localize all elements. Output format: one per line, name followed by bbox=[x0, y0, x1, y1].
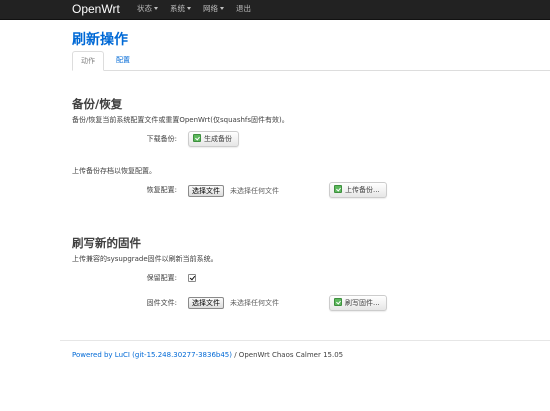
upload-backup-button[interactable]: 上传备份... bbox=[329, 182, 387, 198]
apply-icon bbox=[193, 134, 201, 142]
flash-image-label: 刷写固件... bbox=[345, 299, 380, 307]
tab-actions[interactable]: 动作 bbox=[72, 51, 104, 71]
apply-icon bbox=[334, 298, 342, 306]
footer: Powered by LuCI (git-15.248.30277-3836b4… bbox=[72, 351, 343, 360]
menu-logout-label: 退出 bbox=[236, 4, 251, 13]
chevron-down-icon bbox=[187, 7, 191, 10]
flash-description: 上传兼容的sysupgrade固件以刷新当前系统。 bbox=[72, 255, 218, 263]
menu-network[interactable]: 网络 bbox=[203, 0, 224, 18]
generate-backup-label: 生成备份 bbox=[204, 135, 232, 143]
top-navbar: OpenWrt 状态 系统 网络 退出 bbox=[0, 0, 550, 20]
menu-network-label: 网络 bbox=[203, 4, 218, 13]
menu-system-label: 系统 bbox=[170, 4, 185, 13]
restore-config-label: 恢复配置: bbox=[146, 186, 177, 194]
upload-backup-label: 上传备份... bbox=[345, 186, 380, 194]
chevron-down-icon bbox=[220, 7, 224, 10]
firmware-file-status: 未选择任何文件 bbox=[230, 299, 279, 307]
menu-system[interactable]: 系统 bbox=[170, 0, 191, 18]
chevron-down-icon bbox=[154, 7, 158, 10]
restore-file-status: 未选择任何文件 bbox=[230, 187, 279, 195]
firmware-file-label: 固件文件: bbox=[146, 299, 177, 307]
page-title: 刷新操作 bbox=[72, 32, 128, 48]
menu-logout[interactable]: 退出 bbox=[236, 0, 251, 18]
brand-logo[interactable]: OpenWrt bbox=[72, 0, 120, 19]
footer-version: / OpenWrt Chaos Calmer 15.05 bbox=[232, 351, 344, 359]
keep-config-checkbox[interactable] bbox=[188, 274, 196, 282]
download-backup-label: 下载备份: bbox=[146, 135, 177, 143]
keep-config-label: 保留配置: bbox=[146, 274, 177, 282]
backup-section-title: 备份/恢复 bbox=[72, 97, 123, 111]
restore-choose-file-button[interactable]: 选择文件 bbox=[188, 185, 224, 197]
generate-backup-button[interactable]: 生成备份 bbox=[188, 131, 239, 147]
upload-backup-description: 上传备份存档以恢复配置。 bbox=[72, 167, 156, 175]
menu-status[interactable]: 状态 bbox=[137, 0, 158, 18]
luci-link[interactable]: Powered by LuCI (git-15.248.30277-3836b4… bbox=[72, 351, 232, 359]
tab-bar: 动作 配置 bbox=[72, 51, 550, 71]
flash-section-title: 刷写新的固件 bbox=[72, 236, 141, 250]
flash-image-button[interactable]: 刷写固件... bbox=[329, 295, 387, 311]
apply-icon bbox=[334, 185, 342, 193]
footer-divider bbox=[60, 340, 550, 341]
backup-description: 备份/恢复当前系统配置文件或重置OpenWrt(仅squashfs固件有效)。 bbox=[72, 116, 289, 124]
menu-status-label: 状态 bbox=[137, 4, 152, 13]
tab-configuration[interactable]: 配置 bbox=[108, 51, 138, 71]
firmware-choose-file-button[interactable]: 选择文件 bbox=[188, 297, 224, 309]
